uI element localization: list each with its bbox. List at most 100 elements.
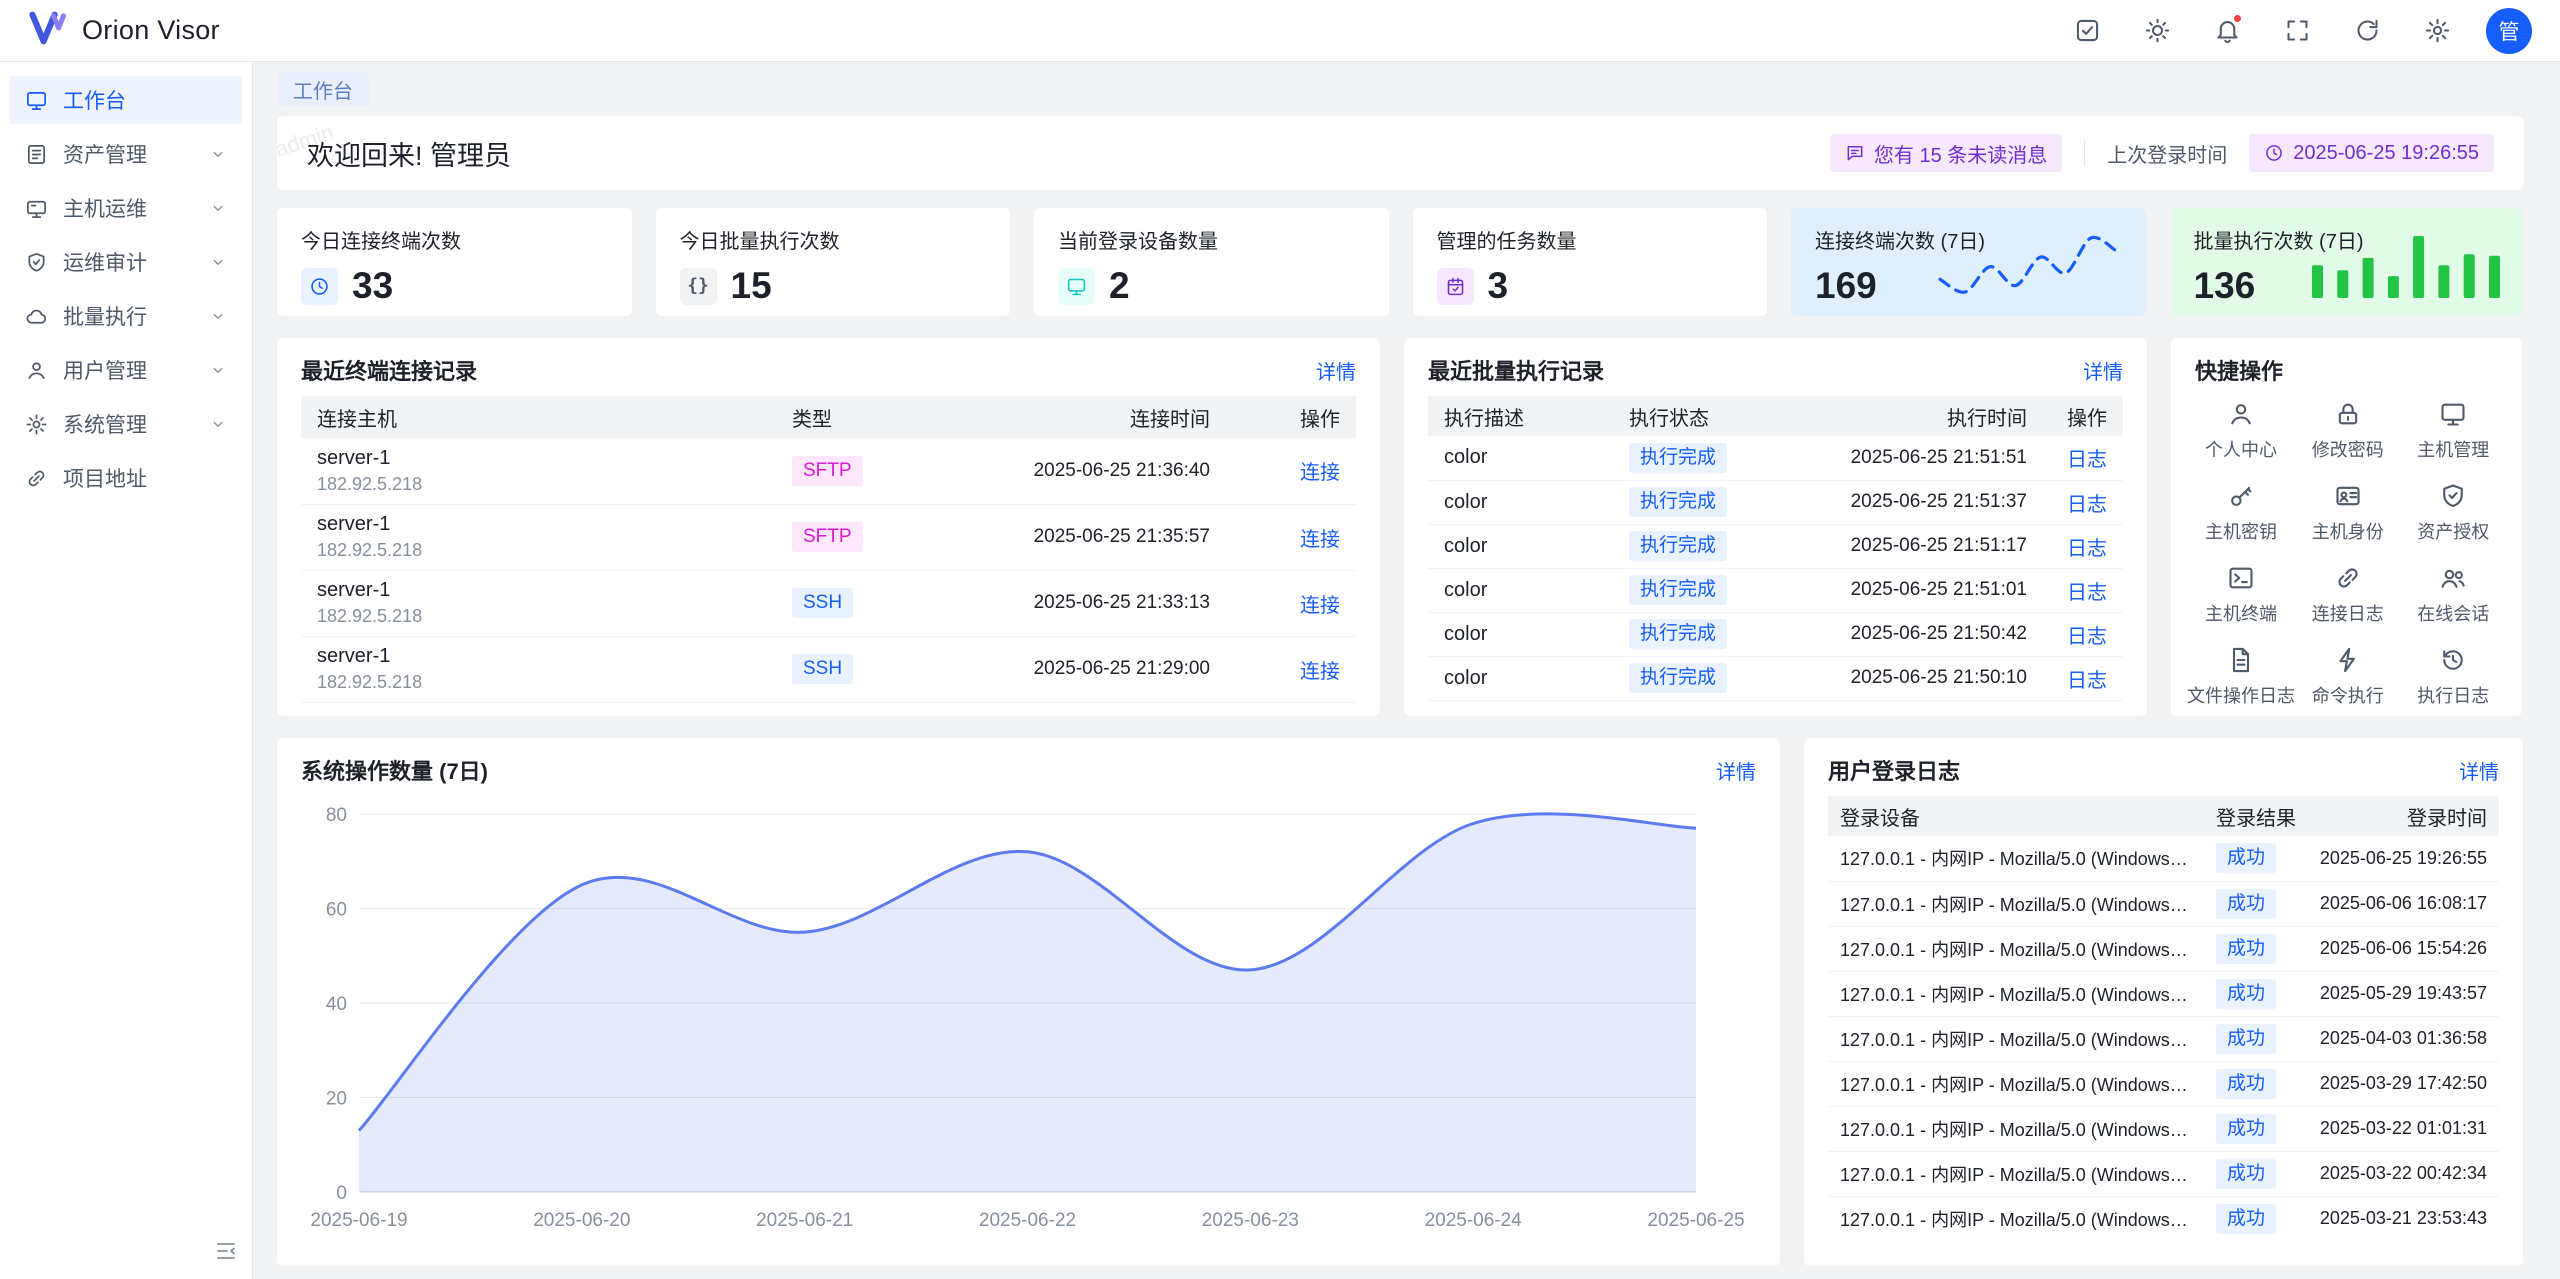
quick-action-icon bbox=[2334, 564, 2362, 592]
protocol-tag: SSH bbox=[792, 588, 853, 618]
sidebar-item[interactable]: 项目地址 bbox=[10, 454, 242, 502]
table-row: server-1 182.92.5.218 SFTP 2025-06-25 21… bbox=[301, 438, 1356, 504]
terminal-detail-link[interactable]: 详情 bbox=[1316, 356, 1356, 385]
last-login-time-badge: 2025-06-25 19:26:55 bbox=[2249, 134, 2494, 172]
col-header: 连接时间 bbox=[926, 396, 1226, 438]
exec-time: 2025-06-25 21:51:37 bbox=[1783, 480, 2043, 524]
batch-detail-link[interactable]: 详情 bbox=[2083, 356, 2123, 385]
quick-action[interactable]: 命令执行 bbox=[2295, 646, 2401, 708]
stat-value: 15 bbox=[731, 265, 772, 307]
sidebar-item[interactable]: 主机运维 bbox=[10, 184, 242, 232]
table-row: color 执行完成 2025-06-25 21:51:51 日志 bbox=[1428, 436, 2123, 480]
quick-action[interactable]: 在线会话 bbox=[2401, 564, 2507, 626]
log-link[interactable]: 日志 bbox=[2067, 494, 2107, 516]
card-title: 系统操作数量 (7日) bbox=[301, 754, 488, 786]
sidebar-item[interactable]: 工作台 bbox=[10, 76, 242, 124]
login-device: 127.0.0.1 - 内网IP - Mozilla/5.0 (Windows … bbox=[1828, 1016, 2204, 1061]
quick-action[interactable]: 连接日志 bbox=[2295, 564, 2401, 626]
chevron-down-icon bbox=[209, 415, 227, 433]
sidebar-item-icon bbox=[25, 143, 48, 166]
quick-action-icon bbox=[2227, 646, 2255, 674]
sidebar-item[interactable]: 批量执行 bbox=[10, 292, 242, 340]
login-time: 2025-03-22 00:42:34 bbox=[2304, 1151, 2499, 1196]
chevron-down-icon bbox=[209, 307, 227, 325]
protocol-tag: SFTP bbox=[792, 522, 863, 552]
connect-link[interactable]: 连接 bbox=[1300, 661, 1340, 683]
connect-link[interactable]: 连接 bbox=[1300, 462, 1340, 484]
sidebar-item-label: 工作台 bbox=[63, 85, 126, 115]
quick-action[interactable]: 主机终端 bbox=[2187, 564, 2295, 626]
last-login-time: 2025-06-25 19:26:55 bbox=[2293, 142, 2479, 165]
user-avatar[interactable]: 管 bbox=[2486, 8, 2532, 54]
sidebar-item[interactable]: 运维审计 bbox=[10, 238, 242, 286]
sidebar-item[interactable]: 资产管理 bbox=[10, 130, 242, 178]
log-link[interactable]: 日志 bbox=[2067, 670, 2107, 692]
result-tag: 成功 bbox=[2216, 934, 2276, 964]
welcome-title: 欢迎回来! 管理员 bbox=[307, 134, 511, 173]
unread-messages-text: 您有 15 条未读消息 bbox=[1874, 139, 2047, 168]
fullscreen-icon[interactable] bbox=[2276, 10, 2318, 52]
col-header: 执行时间 bbox=[1783, 396, 2043, 436]
login-detail-link[interactable]: 详情 bbox=[2459, 756, 2499, 785]
col-header: 操作 bbox=[1226, 396, 1356, 438]
stat-card-terminal-today: 今日连接终端次数 33 bbox=[277, 208, 632, 316]
log-link[interactable]: 日志 bbox=[2067, 582, 2107, 604]
host-name: server-1 bbox=[317, 445, 760, 471]
topbar: Orion Visor 管 bbox=[0, 0, 2560, 62]
unread-messages-badge[interactable]: 您有 15 条未读消息 bbox=[1830, 134, 2062, 172]
quick-action[interactable]: 个人中心 bbox=[2187, 400, 2295, 462]
quick-actions-grid: 个人中心 修改密码 主机管理 主机密钥 bbox=[2187, 400, 2506, 708]
log-link[interactable]: 日志 bbox=[2067, 626, 2107, 648]
connect-link[interactable]: 连接 bbox=[1300, 595, 1340, 617]
connect-link[interactable]: 连接 bbox=[1300, 529, 1340, 551]
stat-label: 管理的任务数量 bbox=[1437, 225, 1744, 254]
sidebar-menu: 工作台 资产管理 主机运维 运维审计 批 bbox=[10, 76, 242, 502]
login-time: 2025-03-21 23:53:43 bbox=[2304, 1196, 2499, 1241]
col-header: 操作 bbox=[2043, 396, 2123, 436]
login-log-card: 用户登录日志 详情 登录设备 登录结果 登录时间 127.0.0.1 - 内网I… bbox=[1804, 738, 2523, 1266]
col-header: 登录时间 bbox=[2304, 796, 2499, 836]
table-row: color 执行完成 2025-06-25 21:51:37 日志 bbox=[1428, 480, 2123, 524]
quick-action-icon bbox=[2439, 400, 2467, 428]
svg-text:40: 40 bbox=[326, 994, 347, 1015]
check-square-icon[interactable] bbox=[2066, 10, 2108, 52]
quick-action[interactable]: 执行日志 bbox=[2401, 646, 2507, 708]
host-name: server-1 bbox=[317, 643, 760, 669]
middle-row: 最近终端连接记录 详情 连接主机 类型 连接时间 操作 server-1 bbox=[277, 338, 2524, 716]
clock-icon bbox=[301, 268, 338, 305]
sidebar-item[interactable]: 系统管理 bbox=[10, 400, 242, 448]
connect-time: 2025-06-25 21:36:40 bbox=[926, 438, 1226, 504]
stat-card-tasks: 管理的任务数量 3 bbox=[1413, 208, 1768, 316]
quick-action-label: 主机管理 bbox=[2417, 436, 2489, 462]
quick-action-icon bbox=[2334, 482, 2362, 510]
stat-value: 169 bbox=[1815, 265, 1877, 307]
recent-batch-card: 最近批量执行记录 详情 执行描述 执行状态 执行时间 操作 color 执行完成 bbox=[1404, 338, 2147, 716]
sidebar-item-icon bbox=[25, 251, 48, 274]
sidebar-item[interactable]: 用户管理 bbox=[10, 346, 242, 394]
status-tag: 执行完成 bbox=[1629, 619, 1727, 649]
login-time: 2025-06-06 16:08:17 bbox=[2304, 881, 2499, 926]
card-title: 最近终端连接记录 bbox=[301, 354, 477, 386]
quick-action[interactable]: 修改密码 bbox=[2295, 400, 2401, 462]
quick-action[interactable]: 主机身份 bbox=[2295, 482, 2401, 544]
ops-detail-link[interactable]: 详情 bbox=[1716, 756, 1756, 785]
breadcrumb-item[interactable]: 工作台 bbox=[277, 72, 369, 106]
exec-time: 2025-06-25 21:50:42 bbox=[1783, 612, 2043, 656]
quick-action[interactable]: 主机密钥 bbox=[2187, 482, 2295, 544]
quick-action[interactable]: 资产授权 bbox=[2401, 482, 2507, 544]
theme-sun-icon[interactable] bbox=[2136, 10, 2178, 52]
settings-gear-icon[interactable] bbox=[2416, 10, 2458, 52]
host-ip: 182.92.5.218 bbox=[317, 473, 760, 496]
quick-action[interactable]: 主机管理 bbox=[2401, 400, 2507, 462]
log-link[interactable]: 日志 bbox=[2067, 449, 2107, 471]
stat-value: 136 bbox=[2194, 265, 2256, 307]
sidebar-collapse-button[interactable] bbox=[214, 1239, 238, 1263]
svg-text:2025-06-22: 2025-06-22 bbox=[979, 1210, 1076, 1231]
exec-time: 2025-06-25 21:50:10 bbox=[1783, 656, 2043, 700]
notification-bell-icon[interactable] bbox=[2206, 10, 2248, 52]
refresh-icon[interactable] bbox=[2346, 10, 2388, 52]
log-link[interactable]: 日志 bbox=[2067, 538, 2107, 560]
quick-action[interactable]: 文件操作日志 bbox=[2187, 646, 2295, 708]
stats-row: 今日连接终端次数 33 今日批量执行次数 {} 15 当前登录设备数量 2 管理… bbox=[277, 208, 2524, 316]
result-tag: 成功 bbox=[2216, 1204, 2276, 1234]
